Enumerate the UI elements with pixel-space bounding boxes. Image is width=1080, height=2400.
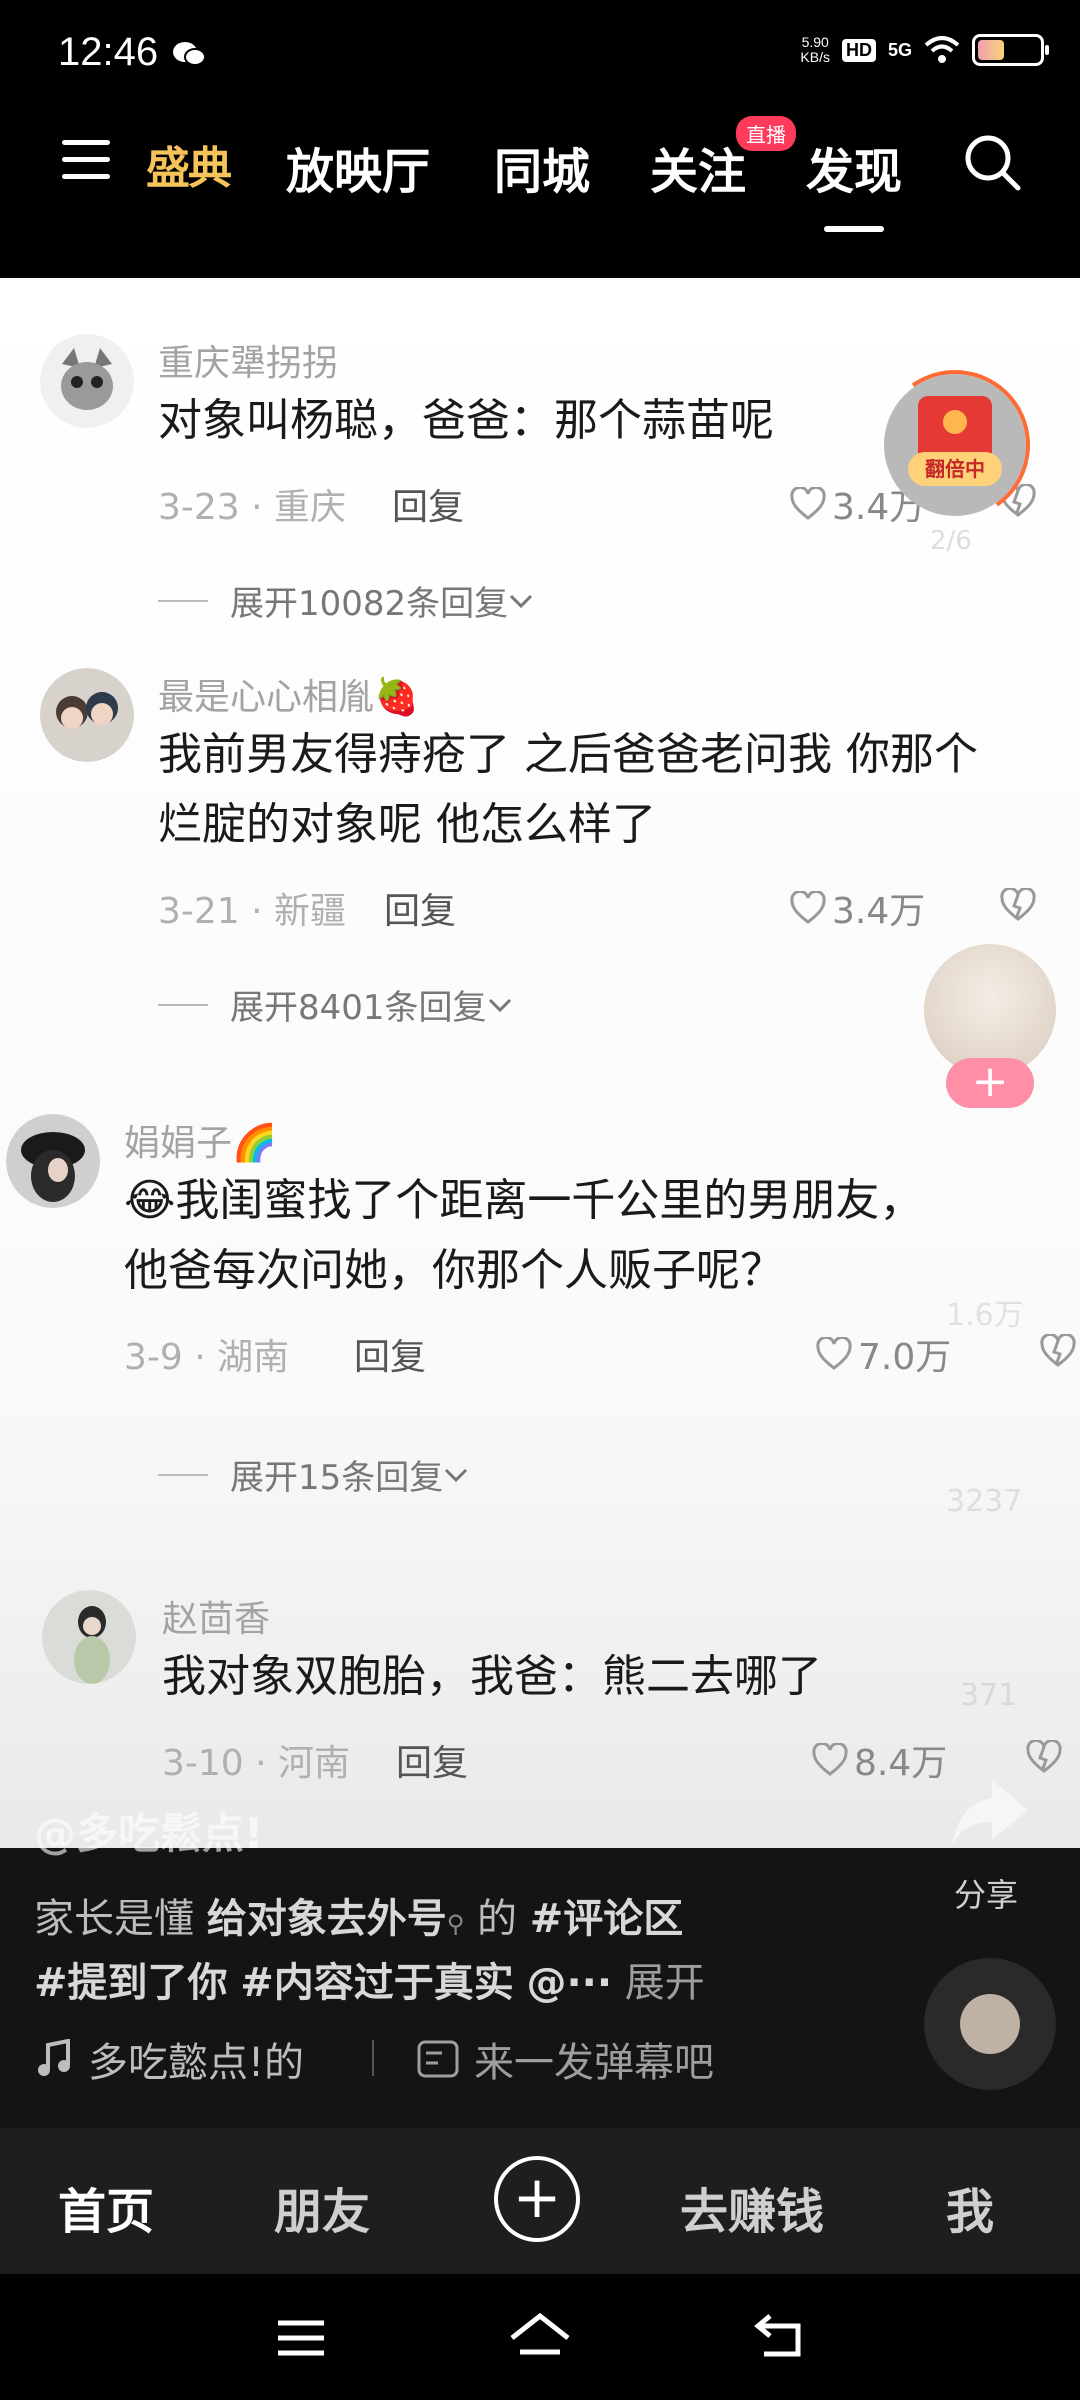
expand-replies[interactable]: 展开15条回复: [158, 1450, 469, 1499]
comment-text-line1: 😂我闺蜜找了个距离一千公里的男朋友，: [124, 1175, 924, 1226]
chevron-down-icon: [488, 998, 511, 1012]
comment-text-line2: 他爸每次问她，你那个人贩子呢？: [124, 1245, 784, 1296]
avatar[interactable]: [6, 1114, 100, 1208]
reply-button[interactable]: 回复: [392, 478, 464, 530]
hashtag-link[interactable]: #评论区: [530, 1896, 684, 1942]
topic-link[interactable]: 给对象去外号: [207, 1896, 447, 1942]
red-packet-widget[interactable]: 翻倍中: [868, 358, 1042, 532]
chevron-down-icon: [510, 594, 533, 608]
like-button[interactable]: 8.4万: [812, 1734, 947, 1786]
red-packet-label: 翻倍中: [908, 452, 1002, 486]
avatar[interactable]: [40, 334, 134, 428]
home-icon[interactable]: [508, 2312, 572, 2362]
divider: [372, 2040, 374, 2076]
comment-meta: 3-10 · 河南: [162, 1743, 351, 1784]
dislike-icon[interactable]: [1040, 1334, 1076, 1368]
nav-friends[interactable]: 朋友: [274, 2172, 370, 2242]
wifi-icon: [924, 36, 960, 63]
video-description-line1: 家长是懂 给对象去外号⚲ 的 #评论区: [34, 1896, 684, 1942]
tab-cinema[interactable]: 放映厅: [286, 132, 430, 202]
hashtag-link[interactable]: #内容过于真实: [240, 1960, 514, 2006]
red-packet-progress: 2/6: [930, 526, 972, 556]
video-description-line2: #提到了你 #内容过于真实 @··· 展开: [34, 1950, 705, 2008]
ghost-like-count: 1.6万: [946, 1298, 1024, 1333]
menu-icon[interactable]: [276, 2318, 326, 2358]
wechat-icon: [173, 42, 206, 66]
comment-meta: 3-9 · 湖南: [124, 1337, 290, 1378]
status-bar: 12:46 5.90 KB/s HD 5G: [0, 0, 1080, 110]
bottom-nav: 首页 朋友 + 去赚钱 我: [0, 2128, 1080, 2274]
hd-icon: HD: [841, 38, 876, 62]
comment-panel: 重庆犟拐拐 对象叫杨聪，爸爸：那个蒜苗呢 3-23 · 重庆 回复 3.4万 展…: [0, 278, 1080, 1848]
music-link[interactable]: 多吃懿点!的: [34, 2030, 304, 2088]
tab-local[interactable]: 同城: [494, 132, 590, 202]
menu-icon[interactable]: [62, 140, 110, 188]
signal-icon: 5G: [887, 39, 912, 60]
video-author[interactable]: @多吃鬆点!: [34, 1800, 263, 1861]
expand-replies[interactable]: 展开10082条回复: [158, 576, 534, 625]
tab-following[interactable]: 关注: [650, 132, 746, 202]
follow-button[interactable]: +: [946, 1058, 1034, 1108]
danmu-input[interactable]: 来一发弹幕吧: [416, 2030, 714, 2088]
mention-link[interactable]: @···: [526, 1960, 612, 2006]
comment-username[interactable]: 娟娟子🌈: [124, 1114, 277, 1166]
system-nav-bar: [0, 2274, 1080, 2400]
comment-text-line1: 我前男友得痔疮了 之后爸爸老问我 你那个: [158, 729, 978, 780]
comment-username[interactable]: 重庆犟拐拐: [158, 334, 338, 386]
like-count: 3.4万: [832, 891, 926, 932]
comment-text-line2: 烂腚的对象呢 他怎么样了: [158, 799, 656, 850]
heart-icon: [790, 891, 826, 924]
comment-text: 对象叫杨聪，爸爸：那个蒜苗呢: [158, 395, 774, 446]
share-icon[interactable]: [948, 1770, 1032, 1850]
nav-earn[interactable]: 去赚钱: [680, 2172, 824, 2242]
create-button[interactable]: +: [494, 2156, 580, 2242]
hashtag-link[interactable]: #提到了你: [34, 1960, 228, 2006]
status-time: 12:46: [58, 30, 159, 74]
search-icon: ⚲: [446, 1910, 465, 1938]
back-icon[interactable]: [754, 2312, 804, 2360]
battery-icon: [972, 34, 1049, 66]
expand-description-button[interactable]: 展开: [625, 1960, 705, 2006]
nav-home[interactable]: 首页: [58, 2172, 154, 2242]
danmu-icon: [417, 2040, 459, 2078]
heart-icon: [790, 487, 826, 520]
top-nav: 盛典 放映厅 同城 关注 直播 发现: [0, 110, 1080, 278]
tab-discover[interactable]: 发现: [806, 132, 902, 232]
heart-icon: [816, 1337, 852, 1370]
reply-button[interactable]: 回复: [396, 1734, 468, 1786]
heart-icon: [812, 1743, 848, 1776]
avatar[interactable]: [42, 1590, 136, 1684]
like-button[interactable]: 3.4万: [790, 882, 925, 934]
live-badge: 直播: [736, 116, 796, 151]
share-label: 分享: [954, 1876, 1019, 1914]
nav-me[interactable]: 我: [946, 2172, 994, 2242]
search-icon[interactable]: [962, 132, 1022, 192]
comment-username[interactable]: 赵茴香: [162, 1590, 270, 1642]
dislike-icon[interactable]: [1000, 888, 1036, 922]
reply-button[interactable]: 回复: [354, 1328, 426, 1380]
dislike-icon[interactable]: [1026, 1740, 1062, 1774]
ghost-favorite-count: 371: [960, 1678, 1018, 1713]
ghost-comment-count: 3237: [946, 1484, 1023, 1519]
chevron-down-icon: [445, 1468, 468, 1482]
music-disc[interactable]: [924, 1958, 1056, 2090]
festival-logo[interactable]: 盛典: [146, 132, 232, 196]
comment-meta: 3-21 · 新疆: [158, 891, 347, 932]
like-button[interactable]: 7.0万: [816, 1328, 951, 1380]
like-count: 7.0万: [858, 1337, 952, 1378]
comment-text: 我对象双胞胎，我爸：熊二去哪了: [162, 1651, 822, 1702]
like-count: 8.4万: [854, 1743, 948, 1784]
comment-username[interactable]: 最是心心相胤🍓: [158, 668, 419, 720]
net-speed: 5.90 KB/s: [800, 34, 830, 65]
reply-button[interactable]: 回复: [384, 882, 456, 934]
avatar[interactable]: [40, 668, 134, 762]
comment-meta: 3-23 · 重庆: [158, 487, 347, 528]
expand-replies[interactable]: 展开8401条回复: [158, 980, 513, 1029]
music-note-icon: [38, 2039, 70, 2076]
